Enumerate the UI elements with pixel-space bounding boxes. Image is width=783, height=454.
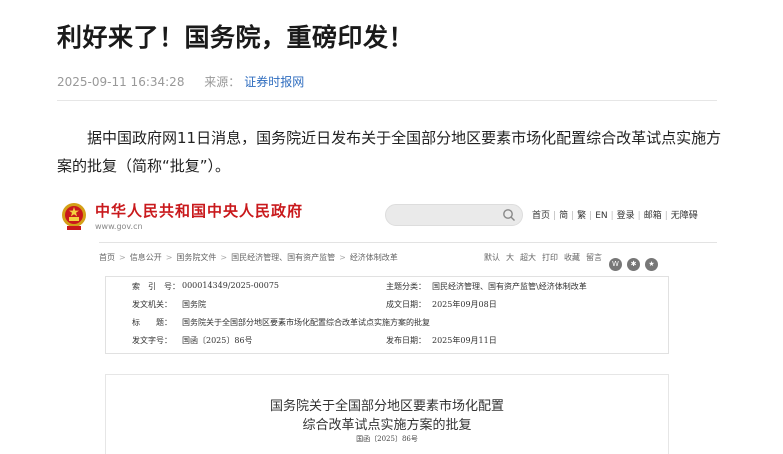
- meta-divider: [57, 100, 717, 101]
- weibo-icon[interactable]: W: [609, 258, 622, 271]
- favorite-button[interactable]: 收藏: [564, 253, 580, 262]
- info-value: 国函〔2025〕86号: [182, 336, 253, 345]
- document-title-line2: 综合改革试点实施方案的批复: [302, 418, 472, 433]
- print-button[interactable]: 打印: [542, 253, 558, 262]
- info-value: 国民经济管理、国有资产监管\经济体制改革: [432, 282, 587, 291]
- nav-mail[interactable]: 邮箱: [644, 211, 662, 221]
- info-row: 索 引 号： 000014349/2025-00075 主题分类： 国民经济管理…: [106, 281, 668, 295]
- breadcrumb: 首页 > 信息公开 > 国务院文件 > 国民经济管理、国有资产监管 > 经济体制改革: [99, 253, 398, 262]
- info-value: 国务院关于全国部分地区要素市场化配置综合改革试点实施方案的批复: [182, 318, 430, 327]
- breadcrumb-item[interactable]: 国民经济管理、国有资产监管: [231, 253, 335, 262]
- source-link[interactable]: 证券时报网: [244, 75, 304, 89]
- wechat-icon[interactable]: ✱: [627, 258, 640, 271]
- gov-top-nav: 首页 | 简 | 繁 | EN | 登录 | 邮箱 | 无障碍: [532, 211, 698, 221]
- breadcrumb-item[interactable]: 经济体制改革: [350, 253, 398, 262]
- page-tools: 默认大超大 打印 收藏 留言: [484, 252, 608, 263]
- breadcrumb-item[interactable]: 信息公开: [130, 253, 162, 262]
- article-meta: 2025-09-11 16:34:28 来源： 证券时报网: [57, 73, 304, 90]
- comment-button[interactable]: 留言: [586, 253, 602, 262]
- info-key: 标 题：: [132, 318, 172, 327]
- qzone-icon[interactable]: ★: [645, 258, 658, 271]
- info-key: 主题分类：: [386, 282, 426, 291]
- nav-english[interactable]: EN: [595, 211, 607, 221]
- info-value: 2025年09月11日: [432, 336, 497, 345]
- publish-datetime: 2025-09-11 16:34:28: [57, 75, 185, 89]
- nav-accessibility[interactable]: 无障碍: [671, 211, 698, 221]
- doc-info-table: 索 引 号： 000014349/2025-00075 主题分类： 国民经济管理…: [105, 276, 669, 354]
- info-key: 成文日期：: [386, 300, 426, 309]
- nav-login[interactable]: 登录: [617, 211, 635, 221]
- source-label: 来源：: [204, 75, 241, 89]
- info-row: 发文字号： 国函〔2025〕86号 发布日期： 2025年09月11日: [106, 335, 668, 349]
- info-key: 发布日期：: [386, 336, 426, 345]
- info-key: 索 引 号：: [132, 282, 180, 291]
- breadcrumb-item[interactable]: 国务院文件: [176, 253, 216, 262]
- header-divider: [99, 242, 717, 243]
- font-large-button[interactable]: 大: [506, 253, 514, 262]
- info-row: 标 题： 国务院关于全国部分地区要素市场化配置综合改革试点实施方案的批复: [106, 317, 668, 331]
- document-title-line1: 国务院关于全国部分地区要素市场化配置: [269, 399, 504, 414]
- gov-header: 中华人民共和国中央人民政府 www.gov.cn 首页 | 简 | 繁 | EN | 登录 | 邮箱…: [57, 190, 721, 242]
- gov-site-url: www.gov.cn: [95, 222, 143, 231]
- info-value: 000014349/2025-00075: [182, 281, 280, 290]
- article-lead-paragraph: 据中国政府网11日消息，国务院近日发布关于全国部分地区要素市场化配置综合改革试点…: [57, 129, 722, 175]
- font-xlarge-button[interactable]: 超大: [520, 253, 536, 262]
- gov-site-name[interactable]: 中华人民共和国中央人民政府: [95, 200, 303, 221]
- search-icon[interactable]: [502, 208, 516, 222]
- nav-home[interactable]: 首页: [532, 211, 550, 221]
- document-body: 国务院关于全国部分地区要素市场化配置 综合改革试点实施方案的批复 国函〔2025…: [105, 374, 669, 454]
- info-value: 国务院: [182, 300, 206, 309]
- nav-traditional[interactable]: 繁: [577, 211, 586, 221]
- info-value: 2025年09月08日: [432, 300, 497, 309]
- document-number: 国函〔2025〕86号: [356, 435, 418, 443]
- breadcrumb-item[interactable]: 首页: [99, 253, 115, 262]
- article-title: 利好来了！国务院，重磅印发！: [57, 23, 415, 52]
- share-icons: W ✱ ★: [609, 251, 663, 271]
- info-row: 发文机关： 国务院 成文日期： 2025年09月08日: [106, 299, 668, 313]
- national-emblem-icon: [62, 203, 86, 230]
- nav-simplified[interactable]: 简: [559, 211, 568, 221]
- gov-search-input[interactable]: [385, 204, 523, 226]
- gov-page-screenshot: 中华人民共和国中央人民政府 www.gov.cn 首页 | 简 | 繁 | EN | 登录 | 邮箱…: [57, 190, 721, 454]
- info-key: 发文机关：: [132, 300, 172, 309]
- font-default-button[interactable]: 默认: [484, 253, 500, 262]
- info-key: 发文字号：: [132, 336, 172, 345]
